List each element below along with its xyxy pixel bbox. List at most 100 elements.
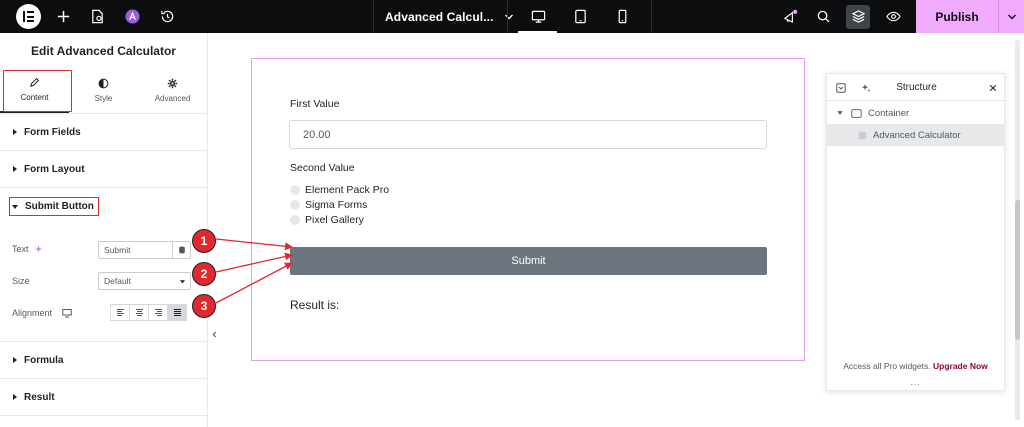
structure-item-label: Advanced Calculator: [873, 129, 961, 141]
calculator-submit-button[interactable]: Submit: [290, 247, 767, 275]
panel-tabs: Content Style Advanced: [0, 68, 207, 114]
caret-right-icon: [13, 166, 17, 172]
layers-icon[interactable]: [848, 6, 868, 26]
option-checkbox[interactable]: [290, 215, 300, 225]
scrollbar-thumb[interactable]: [1015, 200, 1020, 340]
second-value-label: Second Value: [290, 162, 355, 174]
preview-eye-icon[interactable]: [883, 6, 903, 26]
option-checkbox[interactable]: [290, 185, 300, 195]
canvas-scrollbar[interactable]: [1015, 40, 1020, 420]
close-icon[interactable]: [987, 82, 998, 93]
database-icon[interactable]: [172, 242, 190, 258]
first-value-input[interactable]: 20.00: [289, 120, 767, 149]
chevron-down-icon: [504, 14, 513, 19]
elementor-logo-icon[interactable]: [16, 4, 41, 29]
panel-title: Edit Advanced Calculator: [31, 43, 176, 58]
text-control-value: Submit: [104, 245, 131, 255]
document-title-dropdown[interactable]: Advanced Calcul...: [385, 0, 514, 33]
page-settings-icon[interactable]: [87, 6, 107, 26]
dynamic-tags-icon[interactable]: [34, 244, 43, 254]
option-label: Pixel Gallery: [305, 214, 364, 226]
marker-1: 1: [192, 229, 216, 253]
option-sigma-forms[interactable]: Sigma Forms: [290, 199, 367, 211]
section-label: Form Layout: [24, 163, 85, 175]
tab-advanced[interactable]: Advanced: [138, 68, 207, 113]
history-icon[interactable]: [157, 6, 177, 26]
first-value-text: 20.00: [303, 128, 331, 141]
pencil-icon: [30, 77, 40, 87]
structure-title: Structure: [896, 81, 937, 93]
align-left-icon[interactable]: [110, 304, 130, 321]
ai-icon[interactable]: [122, 6, 142, 26]
submit-button-highlight: Submit Button: [9, 197, 99, 216]
caret-right-icon: [13, 394, 17, 400]
separator: [507, 0, 508, 33]
caret-down-icon: [12, 204, 18, 209]
section-submit-button[interactable]: Submit Button: [0, 188, 207, 225]
caret-right-icon: [13, 129, 17, 135]
editor-panel: Edit Advanced Calculator Content Style A…: [0, 33, 208, 427]
align-justify-icon[interactable]: [167, 304, 187, 321]
sparkle-icon[interactable]: [860, 82, 871, 93]
search-icon[interactable]: [813, 6, 833, 26]
half-circle-icon: [98, 78, 109, 89]
first-value-label: First Value: [290, 98, 340, 110]
tab-label: Content: [20, 93, 49, 102]
structure-footer: Access all Pro widgets. Upgrade Now: [827, 361, 1004, 371]
tab-label: Advanced: [154, 94, 191, 103]
section-formula[interactable]: Formula: [0, 342, 207, 379]
structure-header: Structure: [827, 74, 1004, 101]
document-title: Advanced Calcul...: [385, 9, 494, 24]
structure-panel: Structure Container Advanced Calculator …: [826, 73, 1005, 391]
upgrade-now-link[interactable]: Upgrade Now: [933, 361, 988, 371]
mobile-icon[interactable]: [612, 6, 632, 26]
caret-down-icon[interactable]: [837, 110, 843, 116]
tab-label: Style: [94, 94, 113, 103]
tab-content[interactable]: Content: [0, 68, 69, 113]
notifications-icon[interactable]: [780, 6, 800, 26]
control-label: Alignment: [12, 308, 53, 318]
gear-icon: [167, 78, 178, 89]
option-label: Element Pack Pro: [305, 184, 390, 196]
section-label: Submit Button: [25, 201, 94, 212]
structure-item-container[interactable]: Container: [827, 102, 1004, 124]
widget-icon: [858, 131, 867, 139]
desktop-icon[interactable]: [528, 6, 548, 26]
size-select-value: Default: [104, 276, 131, 286]
footer-text: Access all Pro widgets.: [843, 361, 933, 371]
size-control-label: Size: [12, 276, 30, 286]
option-checkbox[interactable]: [290, 200, 300, 210]
section-label: Form Fields: [24, 126, 81, 138]
alignment-choices: [110, 304, 187, 321]
option-element-pack-pro[interactable]: Element Pack Pro: [290, 184, 389, 196]
structure-item-advanced-calculator[interactable]: Advanced Calculator: [827, 124, 1004, 146]
collapse-all-icon[interactable]: [835, 82, 846, 93]
marker-3: 3: [192, 294, 216, 318]
section-form-fields[interactable]: Form Fields: [0, 114, 207, 151]
collapse-panel-icon[interactable]: [209, 328, 219, 340]
resize-grip[interactable]: ...: [827, 378, 1004, 387]
publish-options-button[interactable]: [998, 0, 1024, 33]
control-label: Text: [12, 244, 29, 254]
control-label: Size: [12, 276, 30, 286]
align-center-icon[interactable]: [129, 304, 149, 321]
tablet-icon[interactable]: [570, 6, 590, 26]
size-select[interactable]: Default: [98, 272, 191, 290]
top-bar: Advanced Calcul... Publish: [0, 0, 1024, 33]
section-result[interactable]: Result: [0, 379, 207, 416]
alignment-control-label: Alignment: [12, 308, 72, 318]
monitor-icon[interactable]: [62, 308, 72, 318]
text-control-input[interactable]: Submit: [98, 241, 191, 259]
option-pixel-gallery[interactable]: Pixel Gallery: [290, 214, 364, 226]
section-form-layout[interactable]: Form Layout: [0, 151, 207, 188]
plus-icon[interactable]: [53, 6, 73, 26]
tab-style[interactable]: Style: [69, 68, 138, 113]
option-label: Sigma Forms: [305, 199, 368, 211]
marker-2: 2: [192, 262, 216, 286]
publish-button[interactable]: Publish: [916, 0, 998, 33]
chevron-down-icon: [1007, 14, 1016, 19]
section-label: Result: [24, 391, 55, 403]
align-right-icon[interactable]: [148, 304, 168, 321]
separator: [651, 0, 652, 33]
structure-item-label: Container: [868, 107, 910, 119]
